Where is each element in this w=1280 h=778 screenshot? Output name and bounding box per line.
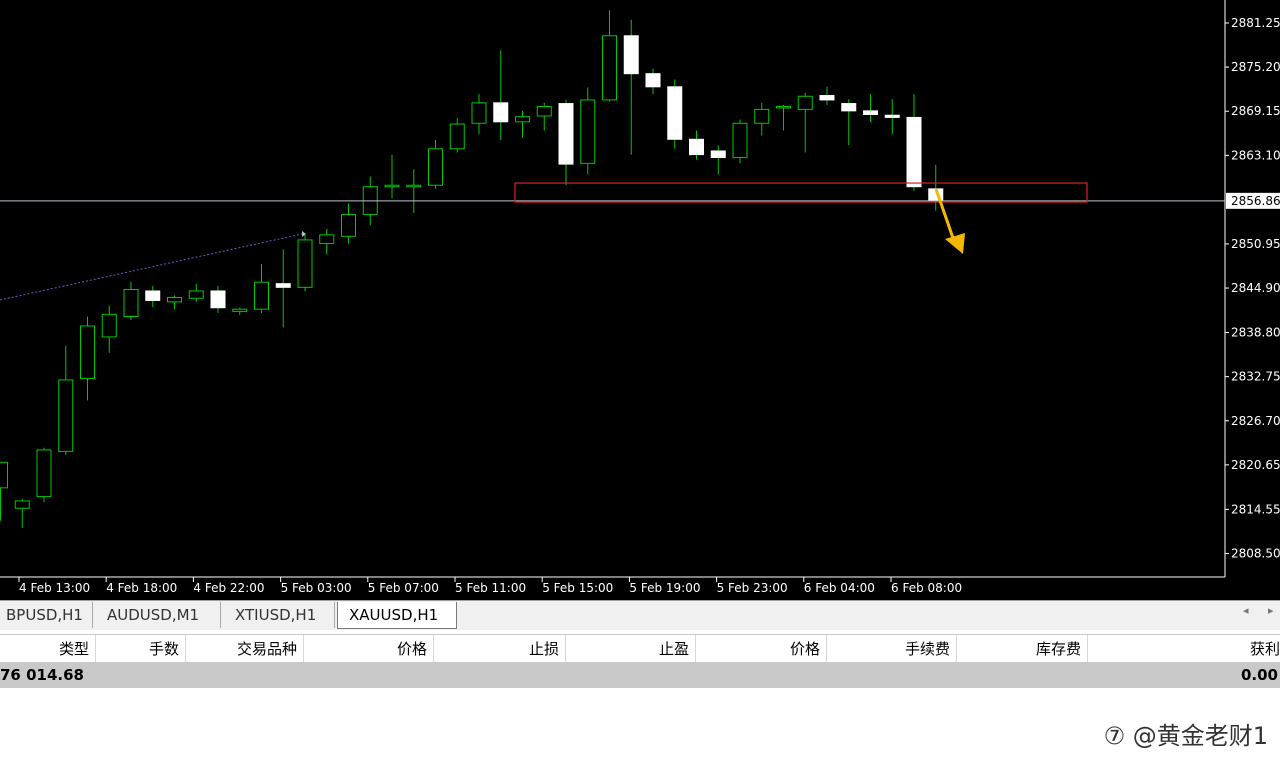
down-arrow-icon: [945, 233, 965, 254]
time-tick-label: 4 Feb 22:00: [193, 581, 264, 595]
bear-candle-body: [863, 110, 878, 116]
price-tick-label: 2838.80: [1231, 326, 1280, 340]
bull-candle-body: [732, 122, 748, 159]
balance-row[interactable]: 76 014.68 0.00: [0, 662, 1280, 688]
bear-candle-body: [819, 95, 835, 101]
down-arrow-shaft: [934, 188, 955, 239]
bull-candle-body: [58, 379, 74, 452]
tab-label: AUDUSD,M1: [107, 606, 200, 624]
price-tick-label: 2881.25: [1231, 16, 1280, 30]
column-header-type[interactable]: 类型: [0, 635, 96, 663]
column-header-take-profit[interactable]: 止盈: [566, 635, 696, 663]
time-tick-label: 4 Feb 18:00: [106, 581, 177, 595]
bull-candle-body: [406, 184, 422, 188]
bull-candle-body: [515, 116, 530, 123]
bull-candle-body: [384, 184, 400, 188]
tab-label: BPUSD,H1: [6, 606, 83, 624]
price-tick-label: 2832.75: [1231, 370, 1280, 384]
candlestick-chart-svg[interactable]: 2881.25 2875.20 2869.15 2863.10 2850.95 2844.…: [0, 0, 1280, 600]
price-tick-label: 2869.15: [1231, 104, 1280, 118]
time-tick-label: 4 Feb 13:00: [19, 581, 90, 595]
bull-candle-body: [776, 105, 791, 109]
price-chart[interactable]: 2881.25 2875.20 2869.15 2863.10 2850.95 2844.…: [0, 0, 1280, 600]
bear-candle-body: [558, 103, 574, 165]
price-tick-label: 2844.90: [1231, 281, 1280, 295]
bull-candle-body: [188, 290, 204, 299]
bull-candle-body: [602, 35, 617, 101]
time-tick-label: 5 Feb 03:00: [281, 581, 352, 595]
bull-candle-body: [36, 449, 52, 498]
bear-candle-body: [884, 114, 900, 118]
time-tick-label: 5 Feb 15:00: [542, 581, 613, 595]
support-zone-box: [514, 182, 1088, 203]
scroll-left-icon[interactable]: ◂: [1243, 604, 1249, 617]
chart-tab-bar: BPUSD,H1 AUDUSD,M1 XTIUSD,H1 XAUUSD,H1 ◂…: [0, 600, 1280, 630]
tab-label: XAUUSD,H1: [349, 606, 439, 624]
bull-candle-body: [297, 239, 313, 288]
time-tick-label: 6 Feb 04:00: [804, 581, 875, 595]
column-header-stop-loss[interactable]: 止损: [434, 635, 566, 663]
column-header-symbol[interactable]: 交易品种: [186, 635, 304, 663]
watermark-text: ⑦ @黄金老财1: [1103, 722, 1268, 750]
price-tick-label: 2863.10: [1231, 148, 1280, 162]
bear-candle-body: [841, 103, 857, 112]
bear-candle-body: [667, 86, 683, 140]
bull-candle-body: [580, 99, 596, 164]
scroll-right-icon[interactable]: ▸: [1268, 604, 1274, 617]
tab-xauusd-h1[interactable]: XAUUSD,H1: [337, 602, 457, 629]
bear-candle-body: [210, 290, 226, 309]
terminal-table-header: 类型 手数 交易品种 价格 止损 止盈 价格 手续费 库存费 获利: [0, 634, 1280, 663]
bull-candle-body: [14, 500, 30, 509]
tab-label: XTIUSD,H1: [235, 606, 317, 624]
price-tick-label: 2808.50: [1231, 546, 1280, 560]
time-tick-label: 5 Feb 11:00: [455, 581, 526, 595]
price-tick-label: 2826.70: [1231, 414, 1280, 428]
column-header-price[interactable]: 价格: [304, 635, 434, 663]
column-header-profit[interactable]: 获利: [1088, 635, 1280, 663]
time-tick-label: 6 Feb 08:00: [891, 581, 962, 595]
price-tick-label: 2820.65: [1231, 458, 1280, 472]
bull-candle-body: [232, 308, 248, 312]
time-tick-label: 5 Feb 23:00: [717, 581, 788, 595]
column-header-commission[interactable]: 手续费: [827, 635, 957, 663]
price-tick-label: 2814.55: [1231, 502, 1280, 516]
column-header-current-price[interactable]: 价格: [696, 635, 827, 663]
bull-candle-body: [254, 281, 269, 310]
bull-candle-body: [0, 461, 8, 489]
balance-value: 76 014.68: [0, 666, 84, 684]
tab-audusd-m1[interactable]: AUDUSD,M1: [93, 602, 221, 628]
price-tick-label: 2875.20: [1231, 60, 1280, 74]
bull-candle-body: [449, 123, 465, 150]
bull-candle-body: [101, 313, 117, 338]
bull-candle-body: [536, 105, 552, 117]
bull-candle-body: [428, 148, 443, 186]
bear-candle-body: [906, 116, 922, 188]
bull-candle-body: [80, 325, 95, 379]
column-header-volume[interactable]: 手数: [96, 635, 186, 663]
bull-candle-body: [341, 213, 356, 237]
bull-candle-body: [319, 234, 335, 245]
profit-total-value: 0.00: [1240, 666, 1278, 684]
bear-candle-body: [145, 290, 161, 301]
current-price-label: 2856.86: [1231, 194, 1280, 208]
bear-candle-body: [689, 138, 704, 156]
bear-candle-body: [623, 35, 639, 75]
tab-gbpusd-h1[interactable]: BPUSD,H1: [0, 602, 93, 628]
bear-candle-body: [710, 150, 726, 159]
bear-candle-body: [645, 73, 661, 88]
time-tick-label: 5 Feb 07:00: [368, 581, 439, 595]
bull-candle-body: [167, 297, 182, 303]
bull-candle-body: [471, 102, 487, 124]
bear-candle-body: [275, 283, 291, 288]
price-tick-label: 2850.95: [1231, 237, 1280, 251]
column-header-swap[interactable]: 库存费: [957, 635, 1088, 663]
tab-xtiusd-h1[interactable]: XTIUSD,H1: [221, 602, 335, 628]
bear-candle-body: [493, 102, 509, 123]
bull-candle-body: [754, 108, 770, 124]
bull-candle-body: [797, 95, 813, 110]
bull-candle-body: [123, 289, 139, 317]
time-tick-label: 5 Feb 19:00: [629, 581, 700, 595]
